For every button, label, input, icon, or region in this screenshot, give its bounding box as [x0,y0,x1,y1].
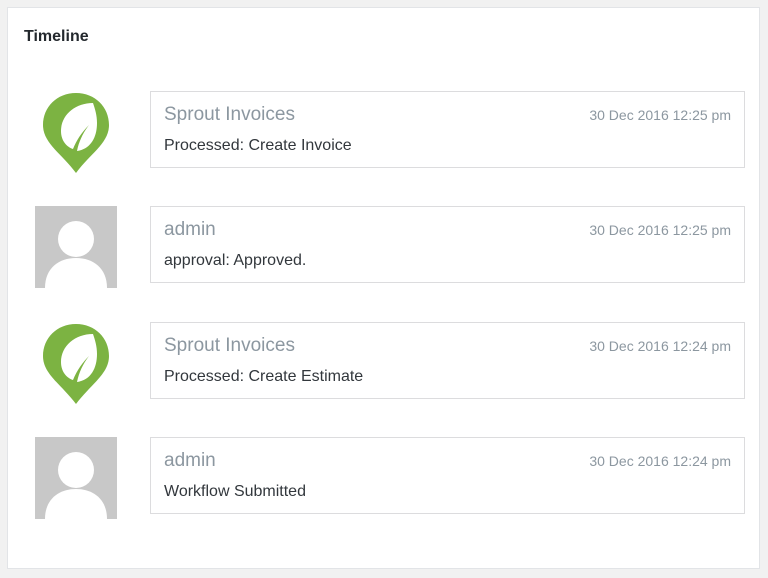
entry-author: admin [164,219,216,240]
entry-timestamp: 30 Dec 2016 12:24 pm [589,453,731,469]
timeline-entry: admin 30 Dec 2016 12:24 pm Workflow Subm… [8,437,759,519]
entry-timestamp: 30 Dec 2016 12:25 pm [589,107,731,123]
timeline-entry: admin 30 Dec 2016 12:25 pm approval: App… [8,206,759,288]
entry-timestamp: 30 Dec 2016 12:25 pm [589,222,731,238]
entry-message: Processed: Create Invoice [164,137,352,154]
entry-message: Workflow Submitted [164,483,306,500]
user-avatar-icon [35,437,117,519]
panel-title: Timeline [24,28,89,45]
sprout-logo-icon [35,322,117,404]
sprout-logo-icon [35,91,117,173]
timeline-entry: Sprout Invoices 30 Dec 2016 12:25 pm Pro… [8,91,759,173]
entry-author: Sprout Invoices [164,104,295,125]
entry-author: Sprout Invoices [164,335,295,356]
user-avatar-icon [35,206,117,288]
timeline-card: admin 30 Dec 2016 12:25 pm approval: App… [150,206,745,283]
entry-message: Processed: Create Estimate [164,368,364,385]
entry-author: admin [164,450,216,471]
timeline-card: admin 30 Dec 2016 12:24 pm Workflow Subm… [150,437,745,514]
entry-timestamp: 30 Dec 2016 12:24 pm [589,338,731,354]
timeline-card: Sprout Invoices 30 Dec 2016 12:25 pm Pro… [150,91,745,168]
timeline-card: Sprout Invoices 30 Dec 2016 12:24 pm Pro… [150,322,745,399]
timeline-panel: Timeline Sprout Invoices 30 Dec 2016 12:… [7,7,760,569]
entry-message: approval: Approved. [164,252,307,269]
timeline-entry: Sprout Invoices 30 Dec 2016 12:24 pm Pro… [8,322,759,404]
